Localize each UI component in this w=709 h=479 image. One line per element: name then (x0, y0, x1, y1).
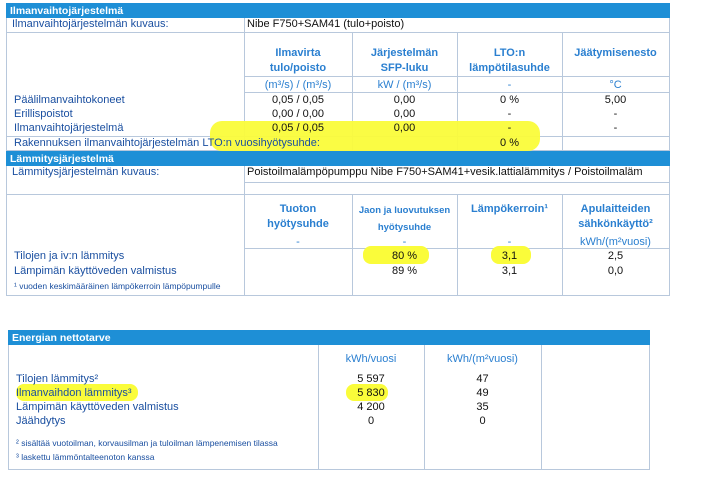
ventilation-desc-value: Nibe F750+SAM41 (tulo+poisto) (247, 18, 405, 30)
table-cell: 0,00 (393, 108, 416, 120)
ventilation-section-header: Ilmanvaihtojärjestelmä (6, 3, 670, 18)
table-cell: 0 % (500, 94, 519, 106)
table-cell: 47 (476, 373, 489, 385)
table-cell: 4 200 (357, 401, 385, 413)
table-row-label: Jäähdytys (16, 415, 66, 427)
table-cell: 3,1 (501, 265, 518, 277)
table-row-label: Lämpimän käyttöveden valmistus (14, 265, 177, 277)
lto-annual-value: 0 % (500, 137, 519, 149)
airflow-col-header: Ilmavirta tulo/poisto (269, 47, 327, 74)
table-cell: 0,00 (393, 94, 416, 106)
footnote-2: ² sisältää vuotoilman, korvausilman ja t… (16, 438, 278, 448)
table-cell: 0,0 (607, 265, 624, 277)
table-cell: 0,00 / 0,00 (272, 108, 324, 120)
lto-unit: - (507, 79, 512, 91)
footnote-1: ¹ vuoden keskimääräinen lämpökerroin läm… (14, 281, 221, 291)
kwh-per-year-unit: kWh/vuosi (345, 353, 397, 365)
table-cell: 0,05 / 0,05 (272, 122, 324, 134)
table-cell: 0,00 (393, 122, 416, 134)
ventilation-desc-label: Ilmanvaihtojärjestelmän kuvaus: (12, 18, 169, 30)
aux-power-unit: kWh/(m²vuosi) (580, 236, 651, 248)
table-cell: 35 (476, 401, 489, 413)
freeze-unit: °C (609, 79, 622, 91)
table-cell: 0,05 / 0,05 (272, 94, 324, 106)
table-cell: 5 597 (357, 373, 385, 385)
table-cell: - (613, 122, 618, 134)
aux-power-col-header: Apulaitteiden sähkönkäyttö² (578, 203, 653, 230)
airflow-unit: (m³/s) / (m³/s) (264, 79, 332, 91)
table-cell: - (507, 122, 512, 134)
table-cell: 0 (479, 415, 486, 427)
table-cell: 2,5 (607, 250, 624, 262)
production-eff-unit: - (296, 236, 300, 248)
heating-desc-value: Poistoilmalämpöpumppu Nibe F750+SAM41+ve… (247, 166, 643, 178)
sfp-col-header: Järjestelmän SFP-luku (370, 47, 439, 74)
table-cell: - (507, 108, 512, 120)
heating-section-header: Lämmitysjärjestelmä (6, 151, 670, 166)
table-cell: 3,1 (501, 250, 518, 262)
heating-desc-label: Lämmitysjärjestelmän kuvaus: (12, 166, 160, 178)
lto-annual-label: Rakennuksen ilmanvaihtojärjestelmän LTO:… (14, 137, 320, 149)
production-eff-col-header: Tuoton hyötysuhde (267, 203, 329, 230)
freeze-col-header: Jäätymisenesto (574, 47, 657, 59)
table-row-label: Ilmanvaihdon lämmitys³ (16, 387, 132, 399)
table-row-label: Päälilmanvaihtokoneet (14, 94, 125, 106)
table-row-label: Lämpimän käyttöveden valmistus (16, 401, 179, 413)
table-cell: 5,00 (604, 94, 627, 106)
table-cell: 5 830 (357, 387, 385, 399)
sfp-unit: kW / (m³/s) (377, 79, 432, 91)
table-cell: 89 % (391, 265, 418, 277)
table-cell: 49 (476, 387, 489, 399)
footnote-3: ³ laskettu lämmöntalteenoton kanssa (16, 452, 155, 462)
table-row-label: Tilojen lämmitys² (16, 373, 99, 385)
distribution-eff-col-header: Jaon ja luovutuksen hyötysuhde (358, 205, 451, 233)
energy-net-section-header: Energian nettotarve (8, 330, 650, 345)
table-cell: 0 (367, 415, 375, 427)
table-row-label: Erillispoistot (14, 108, 73, 120)
kwh-per-m2-unit: kWh/(m²vuosi) (447, 353, 518, 365)
lto-col-header: LTO:n lämpötilasuhde (469, 47, 550, 74)
table-cell: 80 % (391, 250, 418, 262)
cop-col-header: Lämpökerroin¹ (470, 203, 548, 215)
table-cell: - (613, 108, 618, 120)
table-row-label: Ilmanvaihtojärjestelmä (14, 122, 124, 134)
table-row-label: Tilojen ja iv:n lämmitys (14, 250, 125, 262)
